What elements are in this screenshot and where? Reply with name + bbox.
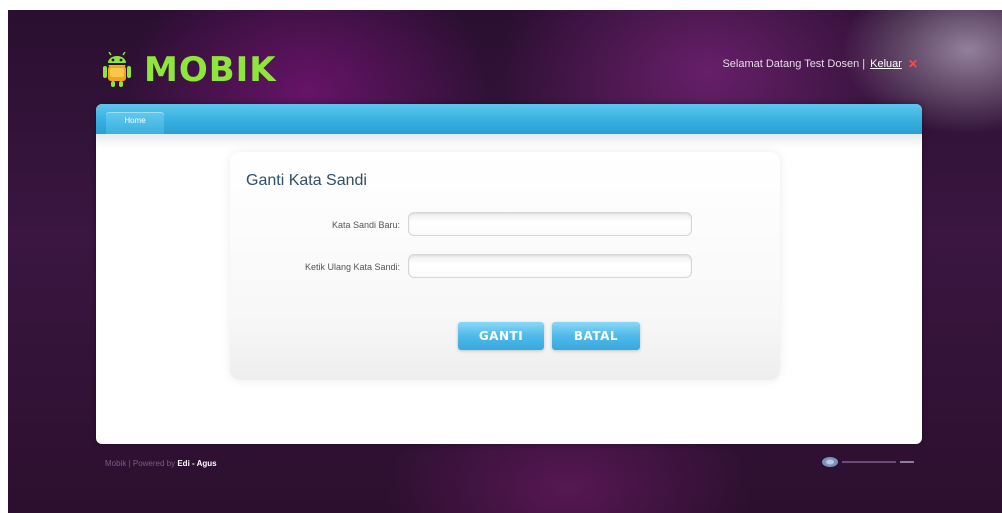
- close-icon[interactable]: ✕: [908, 57, 918, 71]
- new-password-label: Kata Sandi Baru:: [331, 220, 400, 230]
- footer-logo: [820, 456, 916, 468]
- logo: MOBIK: [100, 50, 277, 90]
- footer-text: Mobik | Powered by: [105, 459, 176, 468]
- logout-link[interactable]: Keluar: [870, 58, 902, 70]
- nav-bar: Home: [96, 104, 922, 134]
- welcome-text: Selamat Datang Test Dosen |: [722, 58, 866, 70]
- footer-authors: Edi - Agus: [177, 459, 217, 468]
- nav-shadow: [96, 134, 922, 148]
- tab-home[interactable]: Home: [106, 112, 164, 134]
- welcome-bar: Selamat Datang Test Dosen | Keluar ✕: [722, 57, 918, 71]
- logo-text: MOBIK: [144, 50, 277, 90]
- confirm-password-input[interactable]: [408, 254, 692, 278]
- change-password-card: Ganti Kata Sandi Kata Sandi Baru: Ketik …: [230, 152, 780, 380]
- submit-button[interactable]: GANTI: [458, 322, 544, 350]
- partner-logo-icon: [822, 457, 914, 467]
- form-title: Ganti Kata Sandi: [246, 172, 367, 189]
- main-panel: Home Ganti Kata Sandi Kata Sandi Baru: K…: [96, 104, 922, 444]
- confirm-password-label: Ketik Ulang Kata Sandi:: [304, 262, 400, 272]
- cancel-button[interactable]: BATAL: [552, 322, 640, 350]
- new-password-input[interactable]: [408, 212, 692, 236]
- page-background: MOBIK Selamat Datang Test Dosen | Keluar…: [8, 10, 1002, 513]
- footer-credits: Mobik | Powered by Edi - Agus: [105, 459, 217, 468]
- android-icon: [103, 52, 131, 87]
